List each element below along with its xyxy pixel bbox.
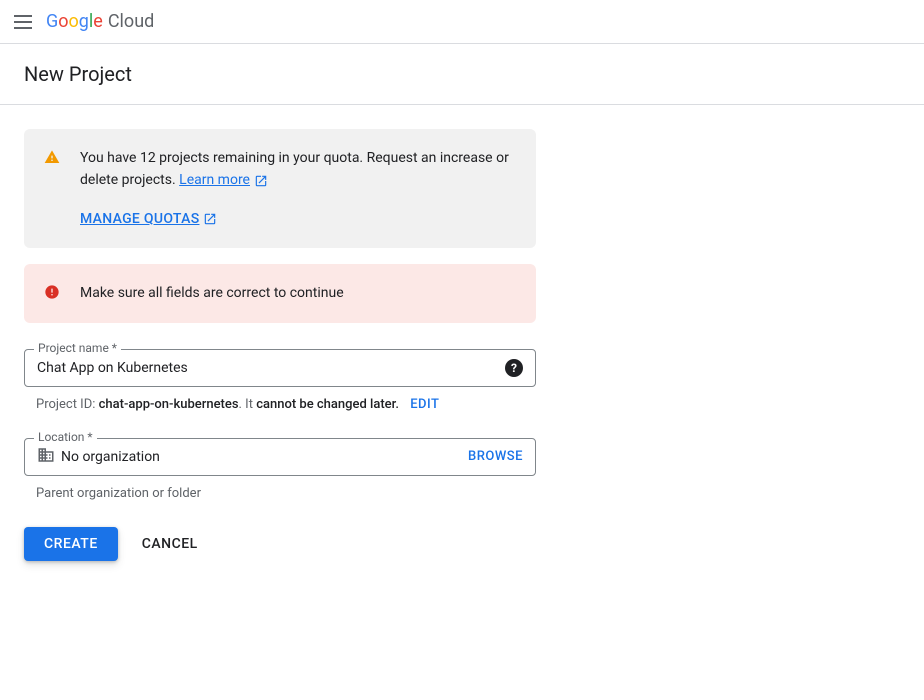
quota-message: You have 12 projects remaining in your q… bbox=[80, 150, 509, 188]
menu-icon[interactable] bbox=[12, 10, 36, 34]
location-value: No organization bbox=[61, 449, 160, 465]
project-name-group: Project name * ? Project ID: chat-app-on… bbox=[24, 349, 536, 412]
quota-warning-body: You have 12 projects remaining in your q… bbox=[80, 147, 516, 230]
external-link-icon bbox=[254, 174, 268, 188]
browse-button[interactable]: BROWSE bbox=[468, 449, 523, 464]
error-message: Make sure all fields are correct to cont… bbox=[80, 282, 344, 304]
create-button[interactable]: CREATE bbox=[24, 527, 118, 561]
location-group: Location * No organization BROWSE Parent… bbox=[24, 438, 536, 501]
project-name-input[interactable] bbox=[37, 360, 505, 376]
warning-icon bbox=[44, 149, 60, 230]
location-input[interactable]: No organization bbox=[37, 446, 468, 468]
error-alert: Make sure all fields are correct to cont… bbox=[24, 264, 536, 322]
project-id-prefix: Project ID: bbox=[36, 397, 99, 412]
top-header: Google Cloud bbox=[0, 0, 924, 44]
external-link-icon bbox=[203, 212, 217, 226]
manage-quotas-link[interactable]: MANAGE QUOTAS bbox=[80, 208, 217, 230]
learn-more-link[interactable]: Learn more bbox=[179, 169, 268, 191]
button-row: CREATE CANCEL bbox=[24, 527, 536, 561]
quota-warning-alert: You have 12 projects remaining in your q… bbox=[24, 129, 536, 248]
project-id-value: chat-app-on-kubernetes bbox=[99, 397, 239, 412]
edit-project-id-link[interactable]: EDIT bbox=[410, 397, 439, 412]
project-name-label: Project name * bbox=[34, 341, 121, 355]
page-title: New Project bbox=[24, 62, 900, 86]
project-id-helper: Project ID: chat-app-on-kubernetes. It c… bbox=[24, 397, 536, 412]
content-area: You have 12 projects remaining in your q… bbox=[0, 105, 560, 585]
page-title-bar: New Project bbox=[0, 44, 924, 105]
cannot-change-text: cannot be changed later. bbox=[256, 397, 399, 412]
learn-more-label: Learn more bbox=[179, 169, 250, 191]
project-id-mid: . It bbox=[239, 397, 257, 412]
location-helper: Parent organization or folder bbox=[24, 486, 536, 501]
error-icon bbox=[44, 284, 60, 304]
location-input-wrapper: No organization BROWSE bbox=[24, 438, 536, 476]
google-cloud-logo[interactable]: Google Cloud bbox=[46, 11, 154, 32]
logo-cloud-text: Cloud bbox=[108, 11, 154, 32]
manage-quotas-label: MANAGE QUOTAS bbox=[80, 208, 199, 230]
organization-icon bbox=[37, 446, 55, 468]
location-label: Location * bbox=[34, 430, 97, 444]
help-icon[interactable]: ? bbox=[505, 359, 523, 377]
cancel-button[interactable]: CANCEL bbox=[142, 536, 198, 552]
